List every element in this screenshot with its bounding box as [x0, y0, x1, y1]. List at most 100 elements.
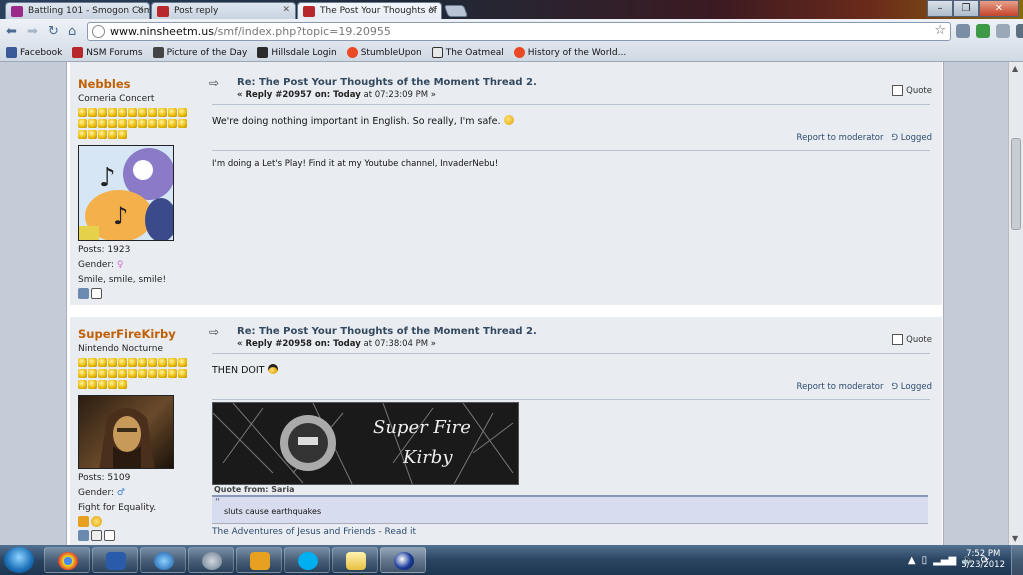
show-desktop-button[interactable]: [1011, 545, 1023, 575]
quote-button[interactable]: Quote: [892, 334, 932, 345]
reply-day: Today: [333, 339, 361, 349]
taskbar-chrome[interactable]: [44, 547, 90, 573]
signature-divider: [212, 399, 930, 400]
gender-label: Gender:: [78, 488, 115, 498]
quote-text: sluts cause earthquakes: [224, 507, 322, 516]
network-icon[interactable]: ▂▄▆: [933, 555, 956, 566]
close-tab-icon[interactable]: ✕: [136, 5, 144, 15]
tab-post-your-thoughts[interactable]: The Post Your Thoughts of ✕: [297, 2, 442, 19]
page-scrollbar[interactable]: ▲ ▼: [1008, 62, 1023, 545]
male-icon: ♂: [116, 488, 125, 498]
sheet-extension-icon[interactable]: [996, 24, 1010, 38]
rank-star-icon: [78, 358, 87, 367]
rank-star-icon: [78, 369, 87, 378]
extension-icon[interactable]: [976, 24, 990, 38]
rank-star-icon: [108, 380, 117, 389]
music-note-icon: [250, 552, 270, 570]
taskbar-fl-studio[interactable]: [188, 547, 234, 573]
post-20957: Nebbles Corneria Concert ♪ ♪ Posts: 1923…: [70, 62, 942, 305]
poster-name[interactable]: Nebbles: [78, 77, 208, 91]
taskbar-game[interactable]: [380, 547, 426, 573]
taskbar-music-app[interactable]: [236, 547, 282, 573]
rank-star-icon: [108, 108, 117, 117]
battery-icon[interactable]: ▯: [922, 555, 928, 566]
profile-icon[interactable]: [78, 288, 89, 299]
window-controls: – ❐ ✕: [927, 0, 1019, 17]
bookmark-star-icon[interactable]: ☆: [934, 23, 946, 38]
tab-post-reply[interactable]: Post reply ✕: [151, 2, 296, 19]
quote-header[interactable]: Quote from: Saria: [214, 485, 295, 494]
quote-icon: [892, 85, 904, 96]
taskbar-word[interactable]: [92, 547, 138, 573]
poster-name[interactable]: SuperFireKirby: [78, 327, 208, 341]
poster-info: SuperFireKirby Nintendo Nocturne Posts: …: [78, 317, 208, 541]
rank-star-icon: [78, 108, 87, 117]
taskbar-itunes[interactable]: [140, 547, 186, 573]
bookmark-hillsdale-login[interactable]: Hillsdale Login: [257, 47, 337, 58]
quote-button[interactable]: Quote: [892, 85, 932, 96]
bookmark-the-oatmeal[interactable]: The Oatmeal: [431, 47, 504, 58]
tab-battling-101[interactable]: Battling 101 - Smogon Com ✕: [5, 2, 150, 19]
message-icon[interactable]: [104, 530, 115, 541]
taskbar-skype[interactable]: [284, 547, 330, 573]
banner-image: [213, 403, 518, 484]
taskbar-folder[interactable]: [332, 547, 378, 573]
start-button[interactable]: [4, 547, 34, 573]
rank-star-icon: [108, 369, 117, 378]
close-tab-icon[interactable]: ✕: [282, 5, 290, 15]
rank-star-icon: [78, 130, 87, 139]
word-icon: [106, 552, 126, 570]
clock[interactable]: 7:52 PM 5/23/2012: [961, 549, 1005, 571]
gender: Gender: ♂: [78, 488, 208, 499]
back-arrow-icon[interactable]: ⬅: [6, 24, 17, 39]
rank-star-icon: [98, 108, 107, 117]
rank-star-icon: [118, 369, 127, 378]
rank-star-icon: [98, 369, 107, 378]
scroll-down-icon[interactable]: ▼: [1012, 534, 1018, 543]
bookmark-nsm-forums[interactable]: NSM Forums: [72, 47, 143, 58]
report-to-moderator-link[interactable]: Report to moderator: [797, 133, 884, 143]
bookmark-facebook[interactable]: Facebook: [6, 47, 62, 58]
member-group: Nintendo Nocturne: [78, 344, 163, 354]
pokeball-game-icon: [394, 552, 414, 570]
oatmeal-icon: [431, 47, 443, 58]
message-icon[interactable]: [91, 288, 102, 299]
forward-arrow-icon[interactable]: ➡: [27, 24, 38, 39]
scroll-up-icon[interactable]: ▲: [1012, 64, 1018, 73]
signal-extension-icon[interactable]: [956, 24, 970, 38]
post-title[interactable]: Re: The Post Your Thoughts of the Moment…: [237, 77, 537, 88]
profile-icon[interactable]: [78, 530, 89, 541]
signature-link[interactable]: The Adventures of Jesus and Friends - Re…: [212, 527, 416, 537]
scrollbar-thumb[interactable]: [1011, 138, 1021, 230]
bookmark-label: The Oatmeal: [445, 47, 504, 58]
new-tab-button[interactable]: [443, 5, 469, 17]
home-icon[interactable]: ⌂: [68, 24, 76, 39]
svg-text:♪: ♪: [99, 163, 116, 193]
award-icon: [78, 516, 89, 527]
bookmark-picture-of-the-day[interactable]: Picture of the Day: [152, 47, 247, 58]
close-tab-icon[interactable]: ✕: [428, 5, 436, 15]
minimize-button[interactable]: –: [927, 0, 953, 17]
rank-star-icon: [148, 369, 157, 378]
rank-star-icon: [118, 358, 127, 367]
female-icon: ♀: [116, 260, 124, 270]
ip-icon: ⅁: [891, 133, 899, 143]
rank-star-icon: [88, 380, 97, 389]
wrench-menu-icon[interactable]: [1016, 24, 1023, 38]
email-icon[interactable]: [91, 530, 102, 541]
skype-icon: [298, 552, 318, 570]
gender: Gender: ♀: [78, 260, 208, 271]
post-title[interactable]: Re: The Post Your Thoughts of the Moment…: [237, 326, 537, 337]
post-count: Posts: 5109: [78, 473, 131, 483]
close-window-button[interactable]: ✕: [979, 0, 1019, 17]
show-hidden-icons-icon[interactable]: ▲: [908, 555, 916, 566]
maximize-button[interactable]: ❐: [953, 0, 979, 17]
bookmark-stumbleupon[interactable]: StumbleUpon: [346, 47, 422, 58]
bookmark-history-of-the-world[interactable]: History of the World...: [513, 47, 626, 58]
address-bar[interactable]: www.ninsheetm.us/smf/index.php?topic=19.…: [87, 22, 951, 41]
rank-star-icon: [148, 358, 157, 367]
reply-day: Today: [333, 90, 361, 100]
rank-star-icon: [108, 130, 117, 139]
report-to-moderator-link[interactable]: Report to moderator: [797, 382, 884, 392]
reload-icon[interactable]: ↻: [48, 24, 59, 39]
